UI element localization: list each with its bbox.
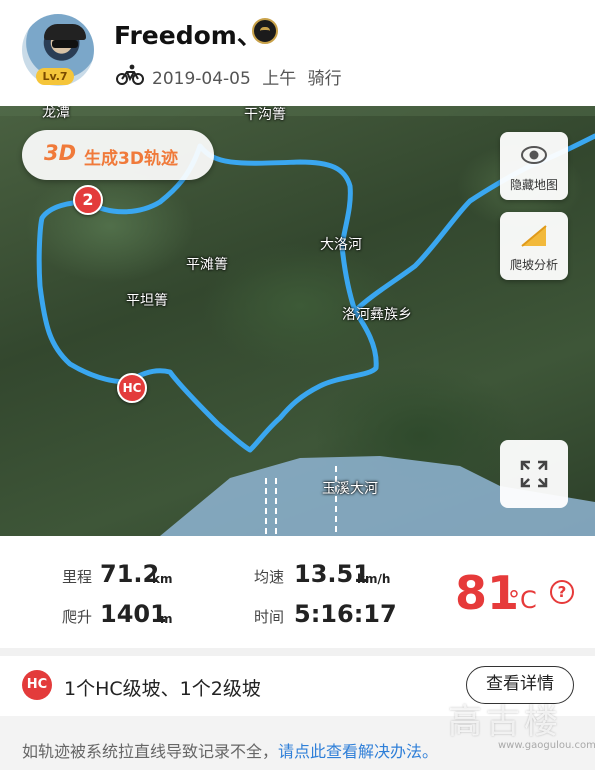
climb-summary-text: 1个HC级坡、1个2级坡 (64, 678, 261, 700)
place-label-luohe-township: 洛河彝族乡 (342, 307, 412, 323)
section-divider (0, 648, 595, 656)
help-icon[interactable]: ? (550, 580, 574, 604)
generate-3d-track-button[interactable]: 3D 生成3D轨迹 (22, 130, 214, 180)
activity-meta: 2019-04-05 上午 骑行 (152, 64, 342, 89)
time-value: 5:16:17 (294, 600, 397, 628)
climb-marker-2[interactable]: 2 (73, 185, 103, 215)
activity-time-of-day: 上午 (262, 69, 297, 89)
hide-map-label: 隐藏地图 (509, 178, 558, 192)
time-label: 时间 (254, 608, 285, 626)
activity-date: 2019-04-05 (152, 69, 251, 89)
notice-text: 如轨迹被系统拉直线导致记录不全，请点此查看解决办法。 (22, 738, 438, 762)
3d-tag: 3D (44, 141, 77, 165)
activity-header: Lv.7 Freedom、 2019-04-05 上午 骑行 (0, 0, 595, 106)
place-label-yuxi-river: 玉溪大河 (322, 481, 378, 497)
place-label-daluohe: 大洛河 (320, 237, 362, 253)
site-watermark-url: www.gaogulou.com (498, 740, 595, 751)
place-label-gangouqing: 干沟箐 (244, 107, 286, 123)
speed-unit: km/h (357, 572, 391, 586)
notice-message: 如轨迹被系统拉直线导致记录不全， (22, 742, 279, 761)
avatar-helmet (44, 24, 86, 40)
club-badge-icon[interactable] (252, 18, 278, 44)
activity-stats: 里程 71.2 km 均速 13.51 km/h 爬升 1401 m 时间 5:… (0, 536, 595, 648)
climb-analysis-label: 爬坡分析 (509, 258, 558, 272)
climb-chart-icon (521, 225, 547, 247)
climb-value: 1401 (100, 600, 167, 628)
hide-map-button[interactable]: 隐藏地图 (500, 132, 568, 200)
speed-label: 均速 (254, 568, 285, 586)
route-map[interactable]: 龙潭 干沟箐 大洛河 平滩箐 平坦箐 洛河彝族乡 玉溪大河 3D 生成3D轨迹 … (0, 106, 595, 536)
place-label-pingtanqing: 平滩箐 (186, 257, 228, 273)
level-badge: Lv.7 (36, 68, 74, 85)
climb-label: 爬升 (62, 608, 93, 626)
distance-label: 里程 (62, 568, 93, 586)
climb-marker-hc[interactable]: HC (117, 373, 147, 403)
temperature-unit: °C (508, 586, 537, 614)
place-label-pingtanqing-2: 平坦箐 (126, 293, 168, 309)
bicycle-icon (116, 64, 144, 85)
site-watermark: 高古楼 (448, 702, 562, 742)
distance-unit: km (152, 572, 173, 586)
distance-value: 71.2 (100, 560, 160, 588)
notice-solution-link[interactable]: 请点此查看解决办法。 (278, 742, 438, 761)
eye-icon (521, 146, 547, 164)
climb-unit: m (160, 612, 173, 626)
activity-type: 骑行 (307, 69, 342, 89)
hc-badge-icon: HC (22, 670, 52, 700)
avatar-glasses (52, 40, 78, 48)
username[interactable]: Freedom、 (114, 16, 262, 52)
expand-icon (520, 460, 548, 488)
generate-3d-label: 生成3D轨迹 (84, 149, 178, 169)
climb-analysis-button[interactable]: 爬坡分析 (500, 212, 568, 280)
fullscreen-button[interactable] (500, 440, 568, 508)
place-label-longtan: 龙潭 (42, 106, 70, 121)
